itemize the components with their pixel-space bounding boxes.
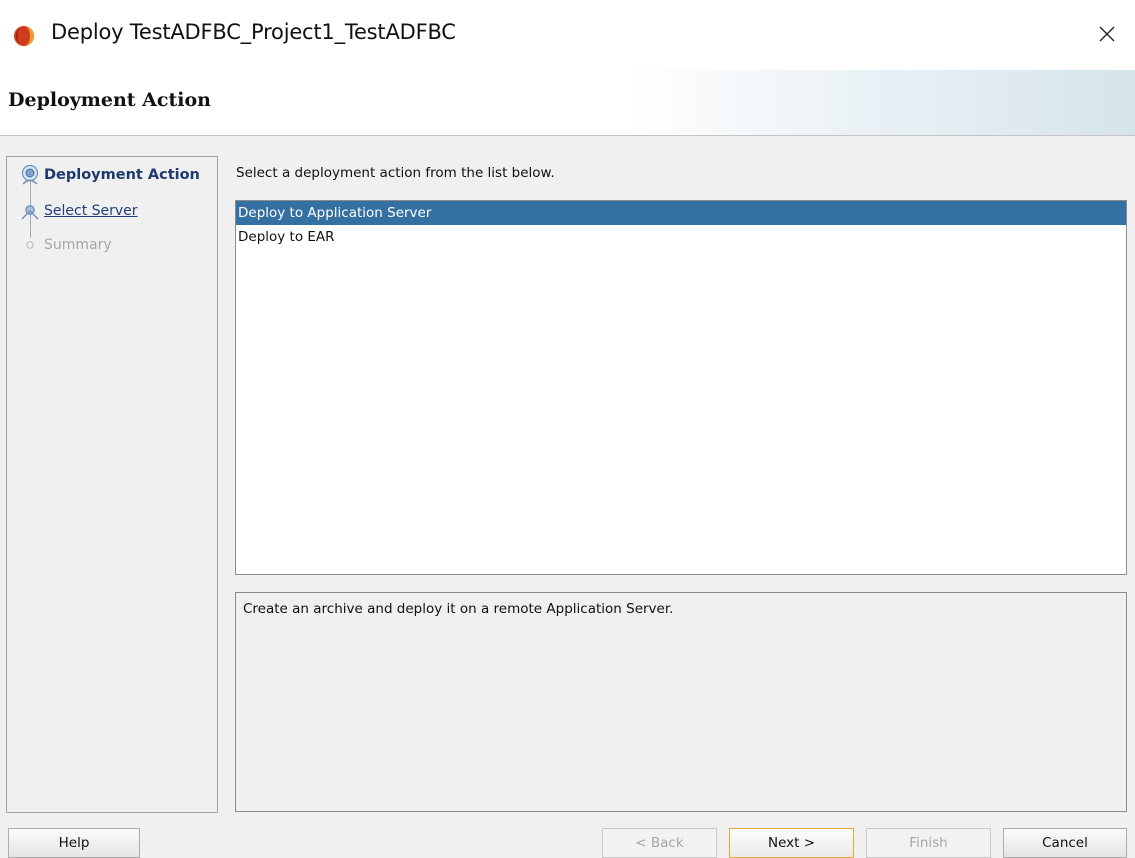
action-description-text: Create an archive and deploy it on a rem… — [243, 601, 674, 617]
nav-step-label: Summary — [44, 237, 112, 253]
nav-step-label: Deployment Action — [44, 167, 200, 183]
back-button[interactable]: < Back — [602, 828, 717, 858]
window-title: Deploy TestADFBC_Project1_TestADFBC — [51, 20, 456, 44]
pending-step-icon — [16, 232, 44, 258]
nav-step-select-server[interactable]: Select Server — [16, 198, 138, 224]
close-icon — [1099, 26, 1115, 42]
instruction-text: Select a deployment action from the list… — [236, 165, 555, 181]
nav-step-summary: Summary — [16, 232, 112, 258]
next-step-icon — [16, 198, 44, 224]
current-step-icon — [16, 162, 44, 188]
window-titlebar: Deploy TestADFBC_Project1_TestADFBC — [0, 0, 1135, 70]
finish-button[interactable]: Finish — [866, 828, 991, 858]
jdeveloper-app-icon — [13, 25, 35, 51]
list-item-deploy-to-ear[interactable]: Deploy to EAR — [236, 225, 1126, 249]
close-button[interactable] — [1095, 22, 1119, 46]
action-description-box: Create an archive and deploy it on a rem… — [235, 592, 1127, 812]
page-title: Deployment Action — [8, 89, 211, 111]
help-button[interactable]: Help — [8, 828, 140, 858]
deployment-action-list[interactable]: Deploy to Application Server Deploy to E… — [235, 200, 1127, 575]
next-button[interactable]: Next > — [729, 828, 854, 858]
list-item-deploy-to-application-server[interactable]: Deploy to Application Server — [236, 201, 1126, 225]
cancel-button[interactable]: Cancel — [1003, 828, 1127, 858]
nav-step-label: Select Server — [44, 203, 138, 219]
nav-step-deployment-action[interactable]: Deployment Action — [16, 162, 200, 188]
